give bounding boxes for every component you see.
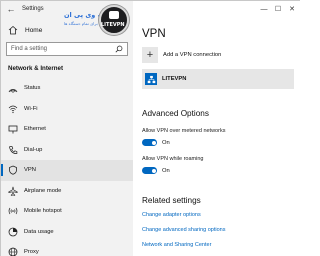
change-adapter-options-link[interactable]: Change adapter options (142, 212, 201, 218)
data-usage-icon (8, 227, 18, 237)
sidebar-item-label: Status (24, 85, 41, 92)
metered-toggle-state: On (162, 139, 170, 146)
sidebar-item-wifi[interactable]: Wi-Fi (1, 99, 133, 120)
roaming-toggle-row: On (142, 167, 170, 174)
sidebar-item-ethernet[interactable]: Ethernet (1, 119, 133, 140)
sidebar-item-label: Mobile hotspot (24, 208, 62, 215)
maximize-button[interactable]: ☐ (271, 3, 285, 15)
close-button[interactable]: ✕ (285, 3, 299, 15)
status-icon (8, 89, 18, 93)
sidebar-item-label: Data usage (24, 228, 54, 235)
minimize-button[interactable]: — (257, 3, 271, 15)
home-label: Home (25, 26, 43, 34)
sidebar-item-airplane[interactable]: Airplane mode (1, 181, 133, 202)
vpn-network-icon (145, 73, 157, 85)
window-controls: — ☐ ✕ (257, 3, 299, 15)
sidebar-item-proxy[interactable]: Proxy (1, 242, 133, 256)
metered-option-label: Allow VPN over metered networks (142, 128, 226, 134)
settings-window: ← Settings Home Find a setting Network &… (0, 0, 301, 256)
change-sharing-options-link[interactable]: Change advanced sharing options (142, 227, 225, 233)
roaming-option-label: Allow VPN while roaming (142, 156, 204, 162)
main-content: — ☐ ✕ VPN + Add a VPN connection LITEVPN… (133, 1, 301, 256)
sidebar-item-data-usage[interactable]: Data usage (1, 222, 133, 243)
home-icon (8, 25, 18, 35)
dialup-icon (9, 145, 18, 154)
roaming-toggle[interactable] (142, 167, 157, 174)
sidebar-item-dialup[interactable]: Dial-up (1, 140, 133, 161)
sidebar-item-label: VPN (24, 167, 36, 174)
sidebar-item-hotspot[interactable]: Mobile hotspot (1, 201, 133, 222)
watermark-badge (99, 5, 129, 35)
airplane-icon (8, 186, 18, 196)
back-arrow-icon[interactable]: ← (4, 2, 18, 16)
vpn-connection-item[interactable]: LITEVPN (142, 69, 294, 89)
hotspot-icon (8, 208, 18, 215)
sidebar-item-label: Airplane mode (24, 187, 62, 194)
watermark-brand: LITEVPN (101, 22, 125, 28)
search-placeholder: Find a setting (11, 46, 48, 52)
roaming-toggle-state: On (162, 167, 170, 174)
vpn-icon (9, 165, 17, 175)
sidebar-item-label: Dial-up (24, 146, 43, 153)
plus-icon: + (142, 47, 158, 63)
wifi-icon (8, 105, 18, 113)
network-sharing-center-link[interactable]: Network and Sharing Center (142, 242, 211, 248)
search-icon (115, 45, 123, 53)
sidebar-item-status[interactable]: Status (1, 78, 133, 99)
watermark-logo: لایت وی پی ان فیلترشکن برای تمام دستگاه … (64, 3, 130, 40)
vpn-connection-name: LITEVPN (162, 76, 187, 82)
add-vpn-label: Add a VPN connection (163, 52, 222, 58)
window-title: Settings (22, 6, 44, 12)
add-vpn-button[interactable]: + Add a VPN connection (142, 45, 221, 65)
page-title: VPN (142, 28, 166, 40)
related-settings-heading: Related settings (142, 196, 201, 205)
metered-toggle[interactable] (142, 139, 157, 146)
sidebar: ← Settings Home Find a setting Network &… (1, 1, 133, 256)
nav-list: Status Wi-Fi Ethernet Dial-up VPN Airpla… (1, 78, 133, 256)
advanced-options-heading: Advanced Options (142, 109, 209, 118)
sidebar-item-label: Wi-Fi (24, 105, 38, 112)
sidebar-item-vpn[interactable]: VPN (1, 160, 133, 181)
sidebar-item-label: Proxy (24, 249, 39, 256)
metered-toggle-row: On (142, 139, 170, 146)
section-header: Network & Internet (8, 65, 64, 72)
search-input[interactable]: Find a setting (6, 42, 128, 56)
ethernet-icon (8, 125, 18, 134)
sidebar-item-label: Ethernet (24, 126, 46, 133)
proxy-icon (8, 247, 18, 256)
